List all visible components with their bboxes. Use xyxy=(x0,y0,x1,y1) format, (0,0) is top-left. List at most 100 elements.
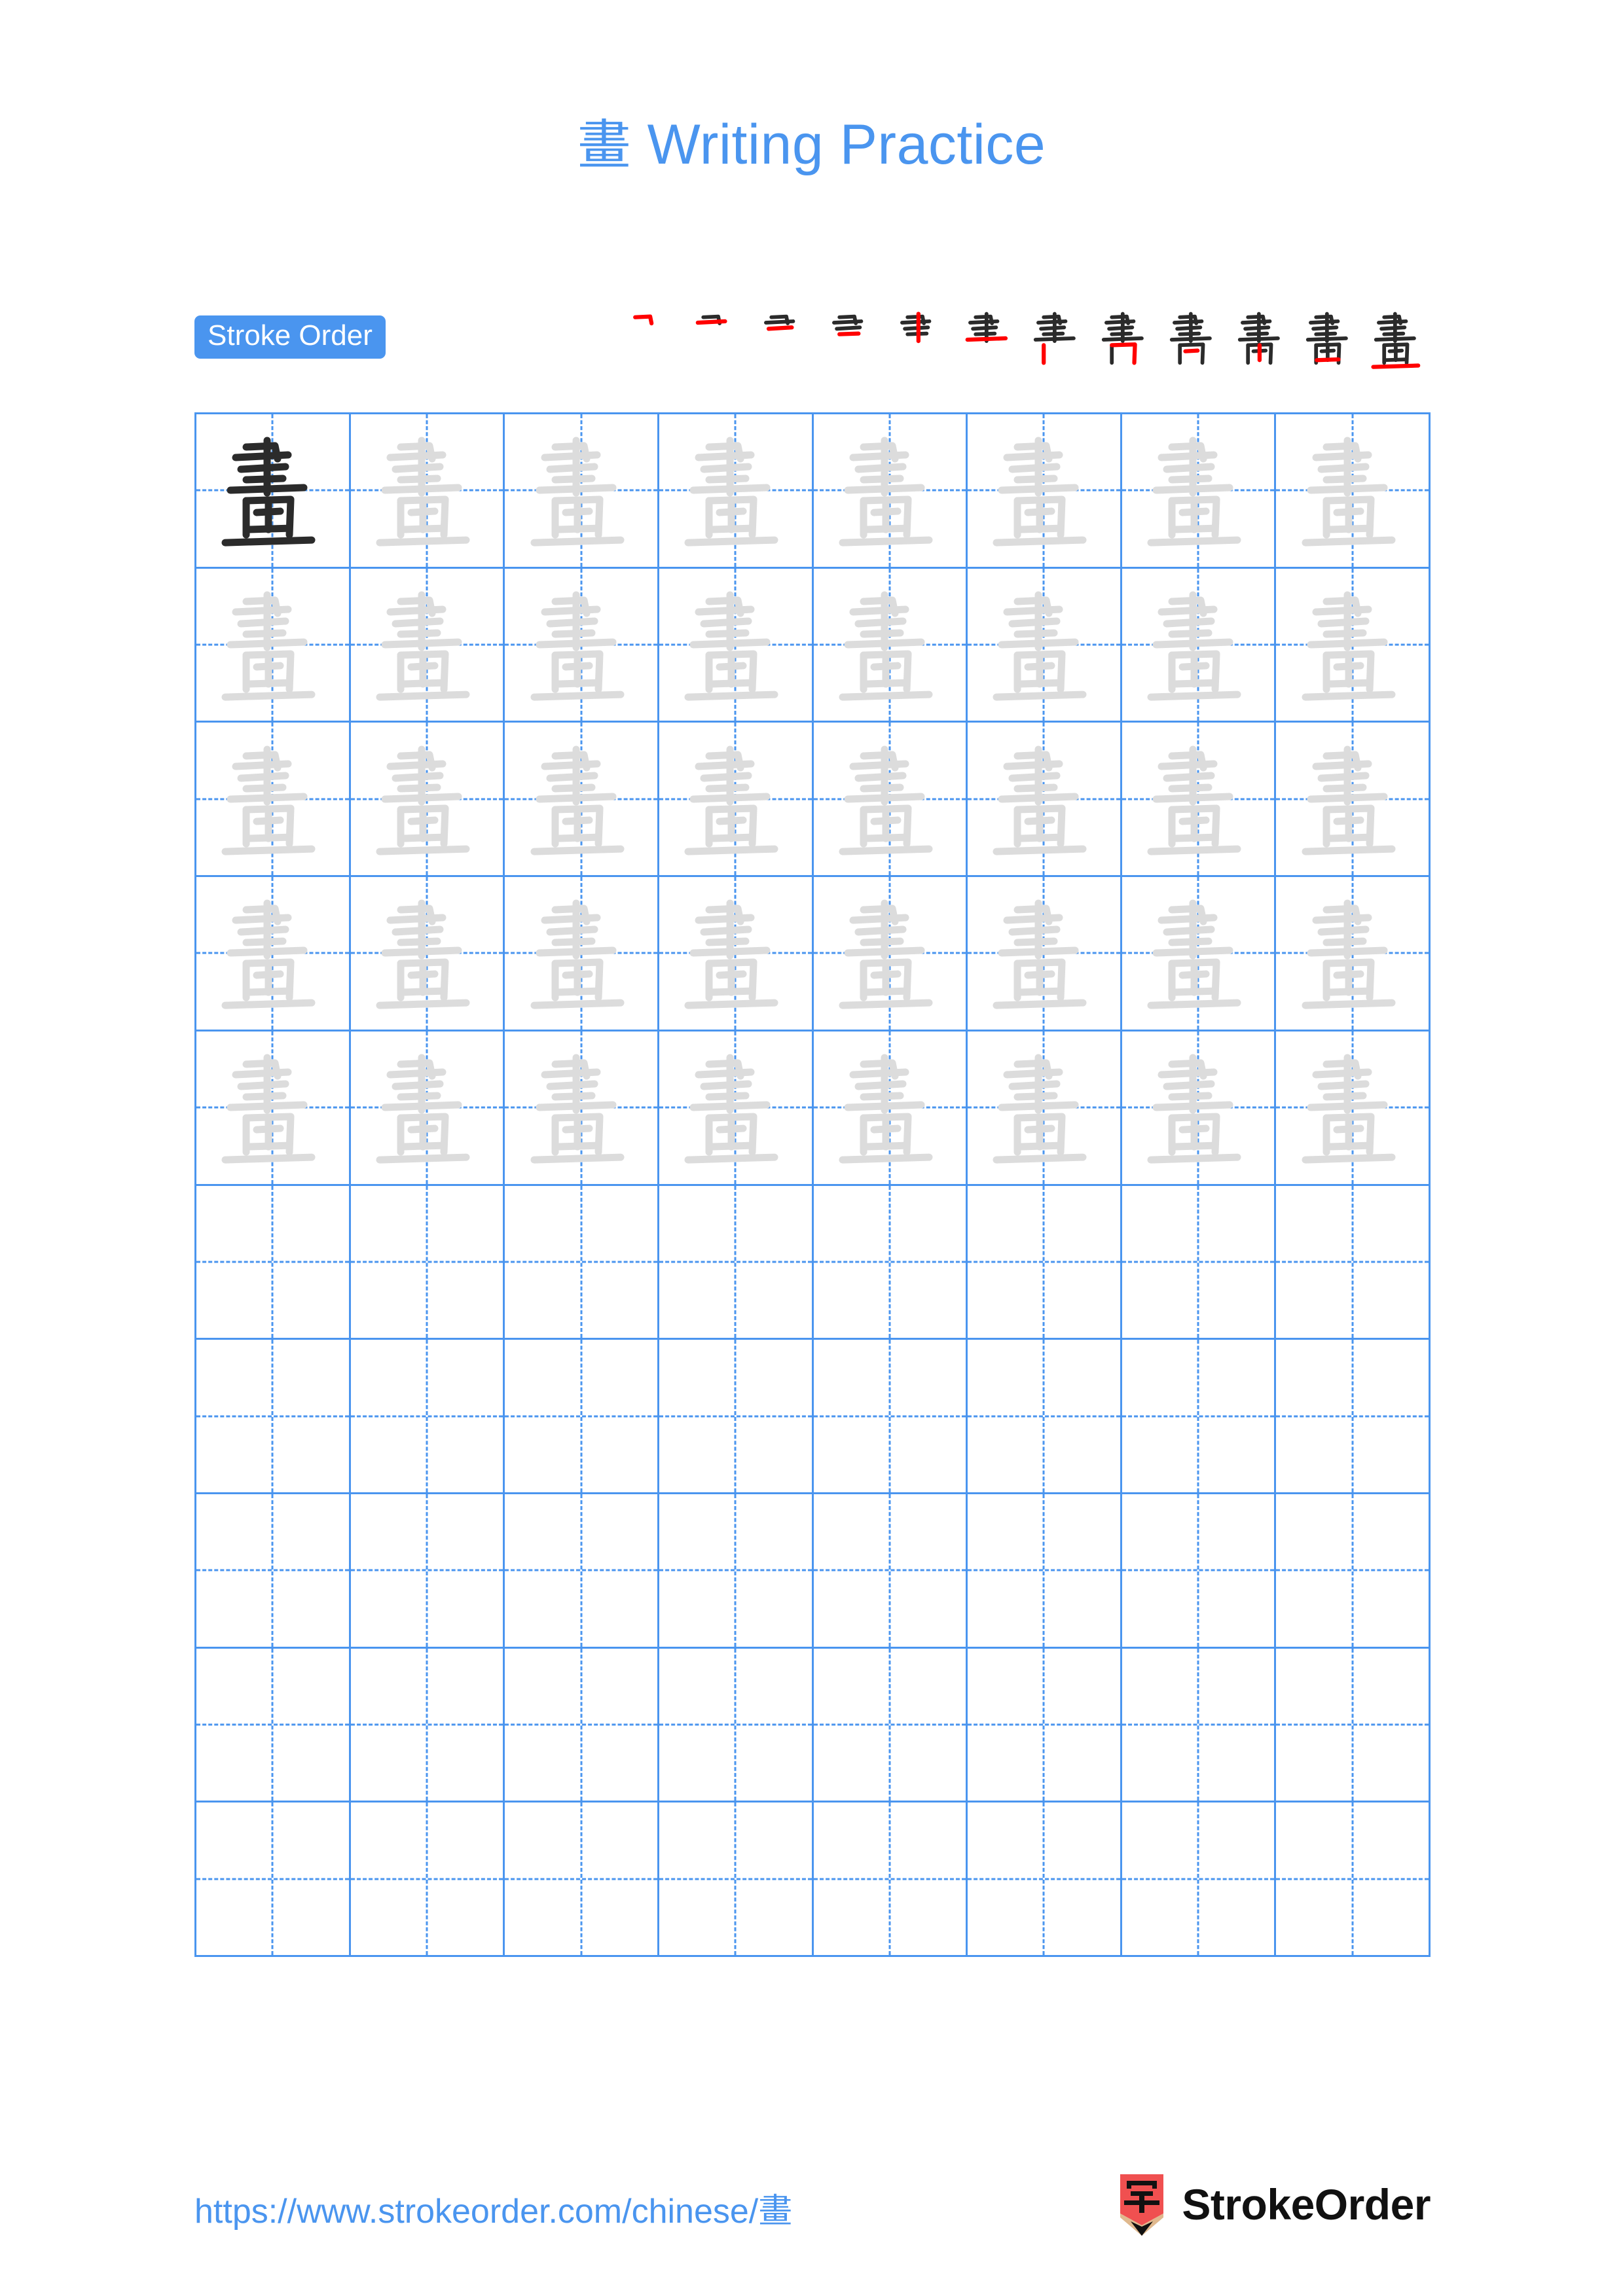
brand-logo[interactable]: StrokeOrder xyxy=(1116,2173,1431,2236)
practice-cell-empty[interactable] xyxy=(505,1340,659,1492)
trace-character xyxy=(196,569,349,721)
practice-cell-trace[interactable] xyxy=(351,414,505,567)
practice-cell-trace[interactable] xyxy=(968,414,1122,567)
trace-character xyxy=(1122,1031,1275,1184)
practice-cell-trace[interactable] xyxy=(1276,1031,1429,1184)
practice-cell-trace[interactable] xyxy=(659,568,814,721)
practice-cell-empty[interactable] xyxy=(351,1803,505,1956)
practice-cell-trace[interactable] xyxy=(1122,877,1277,1030)
trace-character xyxy=(814,877,966,1030)
practice-cell-trace[interactable] xyxy=(659,723,814,876)
practice-cell-empty[interactable] xyxy=(814,1803,968,1956)
practice-cell-empty[interactable] xyxy=(814,1648,968,1801)
practice-cell-trace[interactable] xyxy=(814,877,968,1030)
title-text: Writing Practice xyxy=(631,113,1046,176)
practice-cell-empty[interactable] xyxy=(968,1185,1122,1338)
practice-cell-empty[interactable] xyxy=(814,1340,968,1492)
practice-grid xyxy=(194,412,1431,1957)
practice-cell-trace[interactable] xyxy=(196,568,351,721)
practice-cell-trace[interactable] xyxy=(1122,723,1277,876)
practice-cell-empty[interactable] xyxy=(196,1340,351,1492)
practice-cell-trace[interactable] xyxy=(1122,568,1277,721)
practice-cell-empty[interactable] xyxy=(814,1494,968,1647)
practice-cell-trace[interactable] xyxy=(351,1031,505,1184)
practice-cell-empty[interactable] xyxy=(659,1648,814,1801)
practice-cell-trace[interactable] xyxy=(1276,723,1429,875)
practice-cell-trace[interactable] xyxy=(814,568,968,721)
practice-cell-trace[interactable] xyxy=(196,1031,351,1184)
trace-character xyxy=(505,569,657,721)
practice-cell-trace[interactable] xyxy=(505,723,659,876)
practice-cell-trace[interactable] xyxy=(968,877,1122,1030)
practice-cell-trace[interactable] xyxy=(505,568,659,721)
practice-cell-empty[interactable] xyxy=(351,1648,505,1801)
stroke-order-steps xyxy=(386,298,1432,376)
practice-grid-row xyxy=(196,723,1429,878)
practice-cell-empty[interactable] xyxy=(1122,1648,1277,1801)
trace-character xyxy=(1276,414,1429,567)
practice-cell-empty[interactable] xyxy=(968,1648,1122,1801)
practice-cell-trace[interactable] xyxy=(968,568,1122,721)
practice-cell-empty[interactable] xyxy=(351,1185,505,1338)
practice-cell-trace[interactable] xyxy=(196,723,351,876)
practice-cell-empty[interactable] xyxy=(1122,1803,1277,1956)
practice-cell-empty[interactable] xyxy=(1276,1186,1429,1338)
practice-cell-empty[interactable] xyxy=(505,1803,659,1956)
practice-cell-trace[interactable] xyxy=(1122,1031,1277,1184)
practice-cell-empty[interactable] xyxy=(196,1185,351,1338)
practice-cell-empty[interactable] xyxy=(1122,1494,1277,1647)
practice-cell-trace[interactable] xyxy=(351,723,505,876)
practice-cell-trace[interactable] xyxy=(196,877,351,1030)
practice-cell-empty[interactable] xyxy=(351,1494,505,1647)
practice-cell-empty[interactable] xyxy=(968,1803,1122,1956)
practice-cell-empty[interactable] xyxy=(196,1494,351,1647)
practice-cell-empty[interactable] xyxy=(659,1803,814,1956)
practice-cell-trace[interactable] xyxy=(814,414,968,567)
practice-cell-trace[interactable] xyxy=(968,723,1122,876)
practice-cell-trace[interactable] xyxy=(659,1031,814,1184)
practice-cell-empty[interactable] xyxy=(1122,1340,1277,1492)
practice-cell-empty[interactable] xyxy=(351,1340,505,1492)
practice-cell-empty[interactable] xyxy=(1276,1494,1429,1647)
practice-grid-row xyxy=(196,1031,1429,1186)
practice-cell-trace[interactable] xyxy=(351,877,505,1030)
practice-cell-trace[interactable] xyxy=(505,414,659,567)
trace-character xyxy=(659,569,812,721)
practice-cell-empty[interactable] xyxy=(1276,1340,1429,1492)
practice-cell-model[interactable] xyxy=(196,414,351,567)
practice-cell-trace[interactable] xyxy=(814,723,968,876)
practice-cell-trace[interactable] xyxy=(1276,569,1429,721)
practice-cell-empty[interactable] xyxy=(659,1185,814,1338)
practice-cell-empty[interactable] xyxy=(968,1494,1122,1647)
practice-cell-empty[interactable] xyxy=(505,1648,659,1801)
practice-cell-trace[interactable] xyxy=(659,414,814,567)
practice-cell-empty[interactable] xyxy=(659,1494,814,1647)
practice-cell-empty[interactable] xyxy=(659,1340,814,1492)
practice-cell-empty[interactable] xyxy=(196,1803,351,1956)
trace-character xyxy=(968,723,1120,875)
source-url[interactable]: https://www.strokeorder.com/chinese/畫 xyxy=(194,2183,792,2233)
practice-cell-trace[interactable] xyxy=(1276,877,1429,1030)
practice-cell-empty[interactable] xyxy=(1276,1649,1429,1801)
trace-character xyxy=(351,1031,503,1184)
practice-cell-empty[interactable] xyxy=(196,1648,351,1801)
trace-character xyxy=(351,877,503,1030)
practice-cell-trace[interactable] xyxy=(1122,414,1277,567)
practice-cell-trace[interactable] xyxy=(814,1031,968,1184)
trace-character xyxy=(1276,1031,1429,1184)
practice-cell-trace[interactable] xyxy=(968,1031,1122,1184)
practice-cell-trace[interactable] xyxy=(505,1031,659,1184)
practice-cell-empty[interactable] xyxy=(505,1494,659,1647)
practice-cell-empty[interactable] xyxy=(968,1340,1122,1492)
practice-cell-empty[interactable] xyxy=(1276,1803,1429,1955)
practice-cell-trace[interactable] xyxy=(659,877,814,1030)
practice-cell-trace[interactable] xyxy=(505,877,659,1030)
practice-cell-empty[interactable] xyxy=(814,1185,968,1338)
practice-cell-empty[interactable] xyxy=(1122,1185,1277,1338)
practice-cell-trace[interactable] xyxy=(351,568,505,721)
practice-cell-empty[interactable] xyxy=(505,1185,659,1338)
stroke-order-step-11 xyxy=(1296,303,1364,376)
trace-character xyxy=(505,723,657,875)
practice-cell-trace[interactable] xyxy=(1276,414,1429,567)
trace-character xyxy=(814,1031,966,1184)
